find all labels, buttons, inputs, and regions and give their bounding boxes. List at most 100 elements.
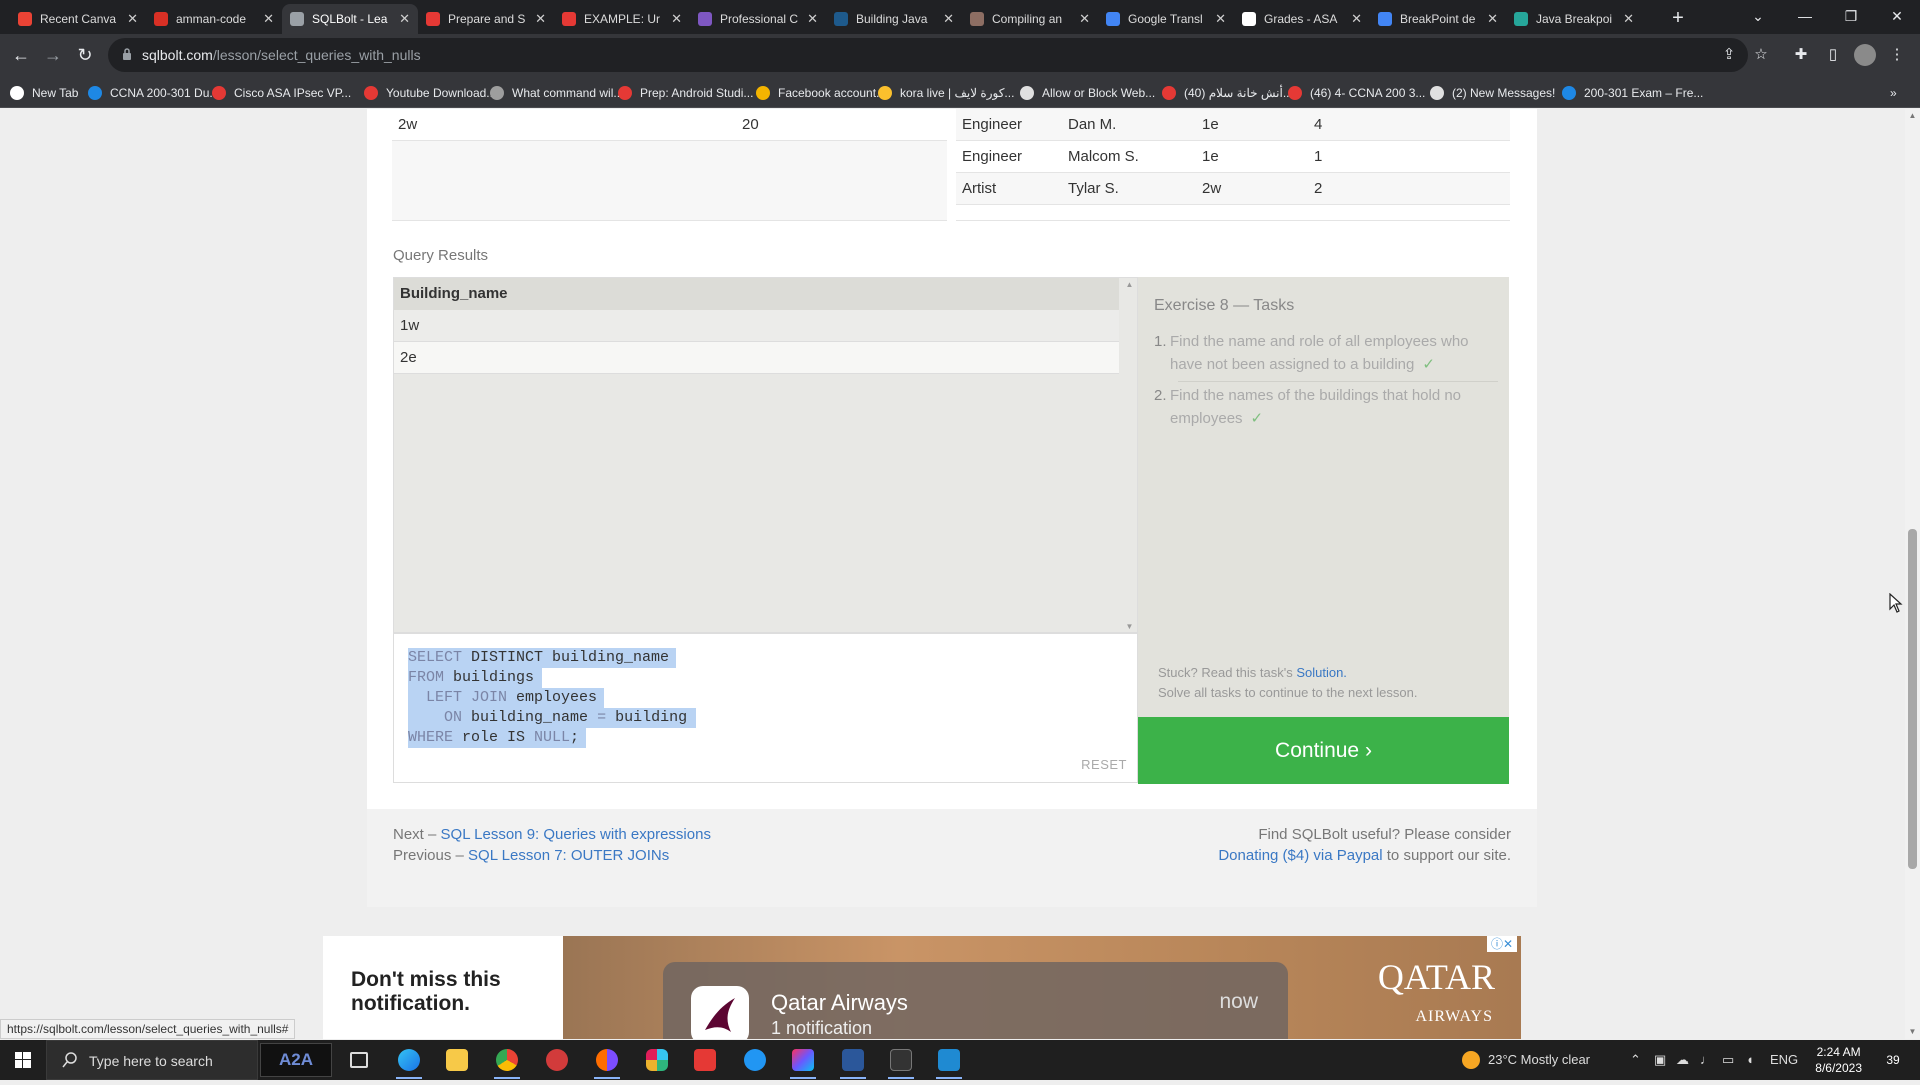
bookmark-item[interactable]: What command wil... [490,83,623,103]
tab-close-icon[interactable]: ✕ [1215,11,1226,27]
tab-close-icon[interactable]: ✕ [535,11,546,27]
tab-close-icon[interactable]: ✕ [671,11,682,27]
windows-start-button[interactable] [0,1040,46,1080]
tab-search-icon[interactable]: ⌄ [1735,0,1781,32]
new-tab-button[interactable]: + [1664,4,1692,32]
tab-close-icon[interactable]: ✕ [1079,11,1090,27]
bookmark-item[interactable]: Youtube Download... [364,83,496,103]
bookmark-item[interactable]: (2) New Messages! [1430,83,1555,103]
tab-close-icon[interactable]: ✕ [807,11,818,27]
scrollbar-thumb[interactable] [1908,529,1917,869]
back-icon[interactable]: ← [6,40,36,70]
bookmark-item[interactable]: Prep: Android Studi... [618,83,753,103]
browser-tab[interactable]: Java Breakpoi ✕ [1506,4,1642,34]
tab-close-icon[interactable]: ✕ [263,11,274,27]
bookmark-star-icon[interactable]: ☆ [1750,44,1772,66]
slack-icon[interactable] [634,1040,680,1080]
browser-tab[interactable]: SQLBolt - Lea ✕ [282,4,418,34]
browser-tab[interactable]: Compiling an ✕ [962,4,1098,34]
browser-tab[interactable]: Professional C ✕ [690,4,826,34]
browser-tab[interactable]: Prepare and S ✕ [418,4,554,34]
ad-close-icon[interactable]: ⓘ✕ [1487,936,1517,952]
weather-text[interactable]: 23°C Mostly clear [1488,1052,1590,1067]
scroll-down-arrow-icon[interactable]: ▼ [1908,1027,1917,1037]
browser-tab[interactable]: amman-code ✕ [146,4,282,34]
taskbar-search[interactable]: Type here to search [46,1040,258,1080]
scroll-down-arrow-icon[interactable]: ▼ [1125,622,1134,632]
share-icon[interactable]: ⇪ [1718,44,1740,66]
bookmark-item[interactable]: Cisco ASA IPsec VP... [212,83,351,103]
sql-editor[interactable]: SELECT DISTINCT building_name FROM build… [393,633,1138,783]
bookmark-item[interactable]: 200-301 Exam – Fre... [1562,83,1703,103]
browser-tab[interactable]: Google Transl ✕ [1098,4,1234,34]
bookmark-item[interactable]: kora live | كورة لايف... [878,83,1014,103]
continue-button[interactable]: Continue › [1138,717,1509,784]
bookmark-item[interactable]: Allow or Block Web... [1020,83,1155,103]
network-icon[interactable]: ▭ [1722,1052,1734,1068]
reset-button[interactable]: RESET [1081,757,1127,772]
scroll-up-arrow-icon[interactable]: ▲ [1908,111,1917,121]
bookmark-item[interactable]: (46) 4- CCNA 200 3... [1288,83,1425,103]
browser-tab[interactable]: EXAMPLE: Ur ✕ [554,4,690,34]
word-icon[interactable] [830,1040,876,1080]
donate-link[interactable]: Donating ($4) via Paypal [1218,847,1382,864]
restore-icon[interactable]: ❐ [1828,0,1874,32]
terminal-icon[interactable] [878,1040,924,1080]
sql-code[interactable]: SELECT DISTINCT building_name FROM build… [408,648,1138,748]
language-indicator[interactable]: ENG [1770,1052,1798,1067]
browser-tab[interactable]: Grades - ASA ✕ [1234,4,1370,34]
system-tray: 23°C Mostly clear ⌃ ▣ ☁ ♩ ▭ ◖ ENG 2:24 A… [1420,1040,1920,1080]
chrome-icon[interactable] [484,1040,530,1080]
anydesk-icon[interactable] [682,1040,728,1080]
address-bar[interactable]: sqlbolt.com/lesson/select_queries_with_n… [108,38,1748,72]
volume-icon[interactable]: ◖ [1746,1052,1754,1067]
tab-label: Professional C [720,12,799,26]
solution-link[interactable]: Solution. [1296,665,1347,680]
code-line: ON building_name = building [408,708,696,728]
bookmark-item[interactable]: (40) أنش خانة سلام... [1162,83,1293,103]
minimize-icon[interactable]: — [1782,0,1828,32]
notification-center-button[interactable]: 39 [1880,1050,1906,1070]
chrome-canary-icon[interactable] [584,1040,630,1080]
next-lesson-link[interactable]: SQL Lesson 9: Queries with expressions [441,826,711,843]
menu-icon[interactable]: ⋮ [1886,44,1908,66]
microphone-icon[interactable]: ♩ [1700,1052,1713,1067]
browser-tab[interactable]: Building Java ✕ [826,4,962,34]
reload-icon[interactable]: ↻ [70,40,100,70]
profile-avatar[interactable] [1854,44,1876,66]
clock[interactable]: 2:24 AM 8/6/2023 [1815,1044,1862,1076]
close-window-icon[interactable]: ✕ [1874,0,1920,32]
task-view-icon[interactable] [336,1040,382,1080]
browser-tab[interactable]: BreakPoint de ✕ [1370,4,1506,34]
tab-close-icon[interactable]: ✕ [399,11,410,27]
show-hidden-icons[interactable]: ⌃ [1630,1052,1641,1068]
browser-tab[interactable]: Recent Canva ✕ [10,4,146,34]
results-scrollbar[interactable]: ▲ ▼ [1122,278,1137,632]
url-text: sqlbolt.com/lesson/select_queries_with_n… [142,47,421,63]
tab-close-icon[interactable]: ✕ [943,11,954,27]
edge-icon[interactable] [386,1040,432,1080]
bookmark-item[interactable]: New Tab [10,83,78,103]
previous-lesson-link[interactable]: SQL Lesson 7: OUTER JOINs [468,847,669,864]
page-scrollbar[interactable]: ▲ ▼ [1905,109,1920,1039]
tab-close-icon[interactable]: ✕ [1351,11,1362,27]
more-bookmarks-icon[interactable]: » [1890,83,1897,103]
app-red-icon[interactable] [534,1040,580,1080]
tab-close-icon[interactable]: ✕ [127,11,138,27]
tab-close-icon[interactable]: ✕ [1623,11,1634,27]
side-panel-icon[interactable]: ▯ [1822,44,1844,66]
file-explorer-icon[interactable] [434,1040,480,1080]
scroll-up-arrow-icon[interactable]: ▲ [1125,280,1134,290]
bookmark-item[interactable]: CCNA 200-301 Du... [88,83,219,103]
forward-icon[interactable]: → [38,40,68,70]
intellij-icon[interactable] [780,1040,826,1080]
tray-app-icon[interactable]: ▣ [1654,1052,1666,1068]
extensions-icon[interactable]: ✚ [1790,44,1812,66]
a2a-app-button[interactable]: A2A [260,1043,332,1077]
onedrive-icon[interactable]: ☁ [1676,1052,1689,1068]
advertisement[interactable]: Don't miss this notification. Qatar Airw… [323,936,1521,1039]
app-blue-icon[interactable] [732,1040,778,1080]
vscode-icon[interactable] [926,1040,972,1080]
bookmark-item[interactable]: Facebook account... [756,83,886,103]
tab-close-icon[interactable]: ✕ [1487,11,1498,27]
